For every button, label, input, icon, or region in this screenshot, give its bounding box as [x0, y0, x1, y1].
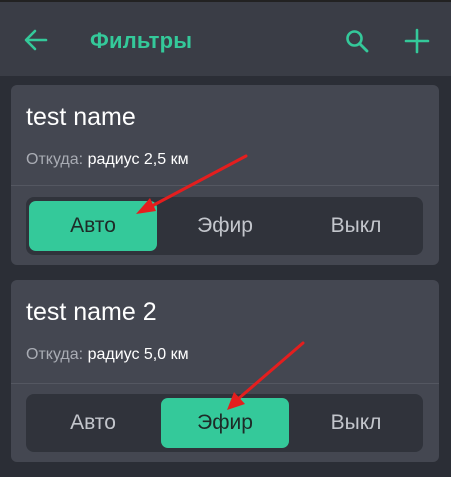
filter-card[interactable]: test name 2 Откуда: радиус 5,0 км Авто Э…	[11, 280, 439, 462]
mode-option-off[interactable]: Выкл	[292, 201, 420, 251]
source-label: Откуда:	[26, 151, 84, 168]
mode-option-off[interactable]: Выкл	[292, 398, 420, 448]
divider	[11, 383, 439, 384]
source-label: Откуда:	[26, 346, 84, 363]
mode-segmented-control: Авто Эфир Выкл	[26, 394, 423, 452]
filter-name: test name	[26, 103, 136, 131]
page-title: Фильтры	[90, 28, 193, 53]
app-bar: Фильтры	[0, 0, 451, 76]
search-icon[interactable]	[344, 28, 370, 54]
mode-option-air[interactable]: Эфир	[161, 201, 289, 251]
filter-card[interactable]: test name Откуда: радиус 2,5 км Авто Эфи…	[11, 85, 439, 265]
filter-source: Откуда: радиус 5,0 км	[26, 346, 189, 364]
plus-icon[interactable]	[404, 28, 430, 54]
mode-option-air[interactable]: Эфир	[161, 398, 289, 448]
source-value: радиус 2,5 км	[87, 151, 189, 168]
mode-option-auto[interactable]: Авто	[29, 201, 157, 251]
mode-segmented-control: Авто Эфир Выкл	[26, 197, 423, 255]
source-value: радиус 5,0 км	[87, 346, 189, 363]
divider	[11, 185, 439, 186]
arrow-left-icon[interactable]	[22, 26, 50, 54]
mode-option-auto[interactable]: Авто	[29, 398, 157, 448]
filter-source: Откуда: радиус 2,5 км	[26, 151, 189, 169]
filter-name: test name 2	[26, 298, 157, 326]
